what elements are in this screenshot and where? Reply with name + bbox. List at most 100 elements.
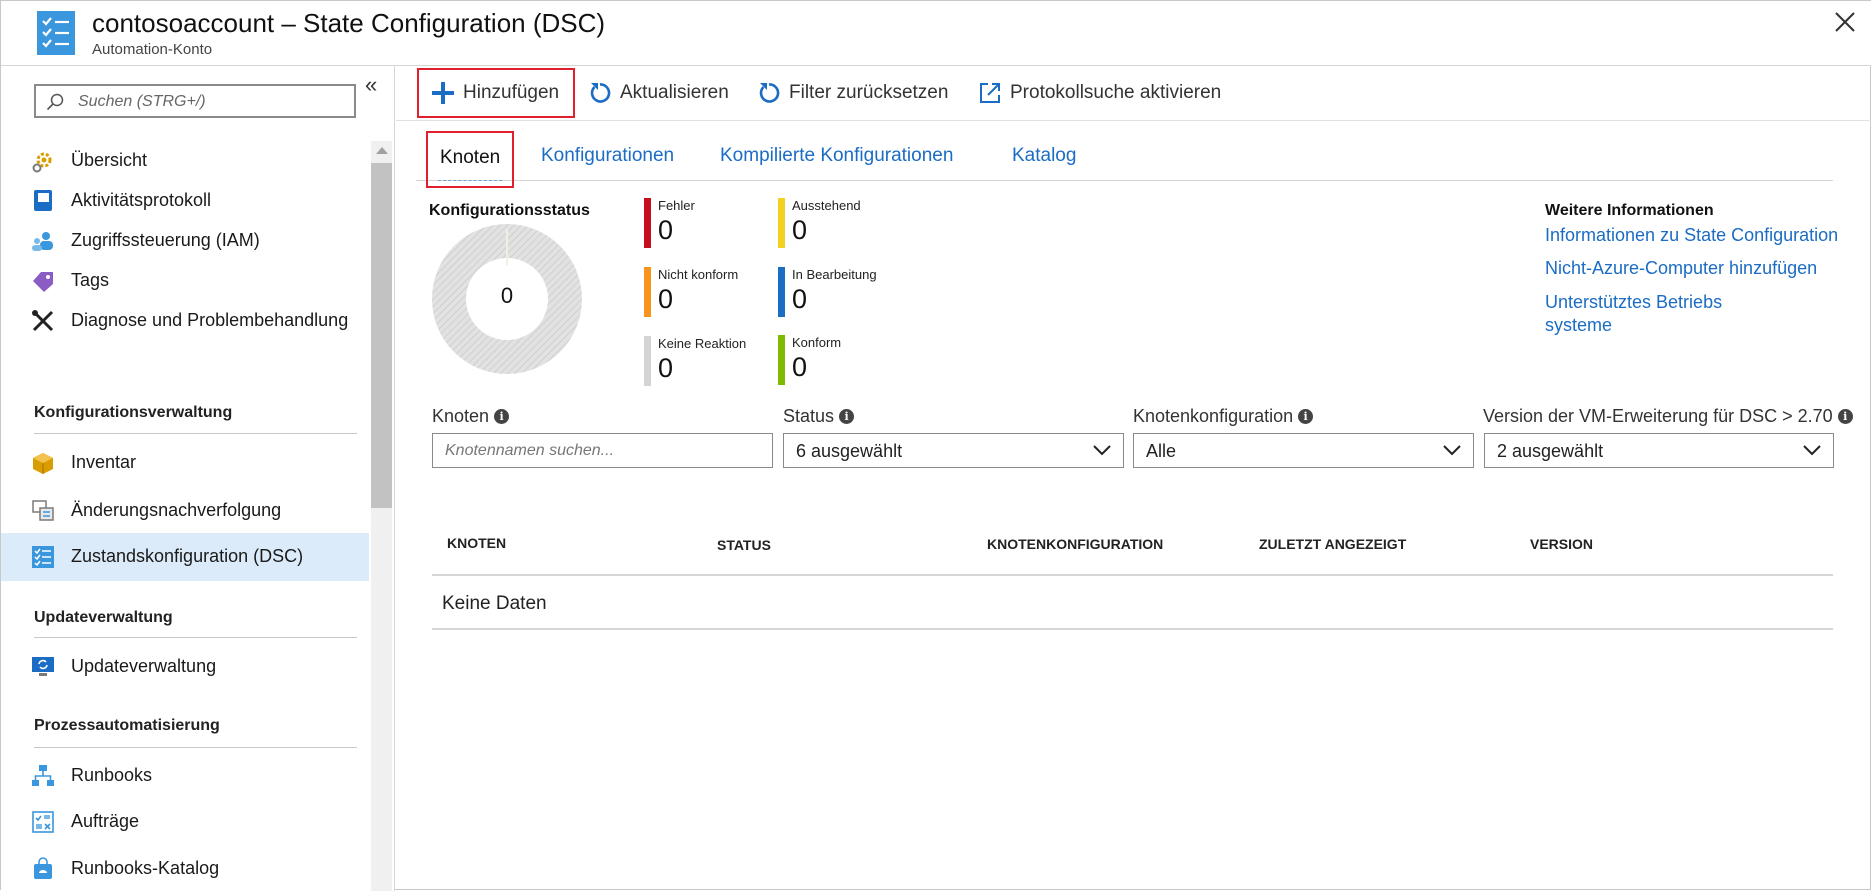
close-icon[interactable]	[1834, 11, 1856, 33]
sidebar-item-label: Diagnose und Problembehandlung	[71, 310, 349, 330]
dropdown-value: 6 ausgewählt	[796, 441, 903, 461]
jobs-icon	[32, 811, 54, 833]
tab-configurations[interactable]: Konfigurationen	[541, 128, 674, 180]
sidebar-item-runbooks[interactable]: Runbooks	[1, 752, 369, 800]
sidebar-item-state-configuration[interactable]: Zustandskonfiguration (DSC)	[1, 533, 369, 581]
sidebar-item-label: Runbooks-Katalog	[71, 858, 220, 878]
sidebar-item-label: Inventar	[71, 452, 137, 472]
filter-label-version: Version der VM-Erweiterung für DSC > 2.7…	[1483, 406, 1853, 427]
status-total-value: 0	[500, 283, 514, 308]
tab-nodes[interactable]: Knoten	[426, 131, 515, 188]
info-icon[interactable]: i	[494, 409, 510, 424]
section-divider	[34, 433, 357, 434]
filter-label-nodes: Knoten i	[432, 406, 510, 427]
sidebar-item-inventory[interactable]: Inventar	[1, 439, 369, 487]
checklist-icon	[32, 546, 54, 568]
sidebar-item-label: Runbooks	[71, 765, 153, 785]
legend-count: 0	[792, 352, 808, 382]
column-header-node-configuration[interactable]: KNOTENKONFIGURATION	[987, 536, 1163, 552]
users-icon	[32, 232, 53, 251]
scrollbar-thumb[interactable]	[371, 163, 392, 508]
filter-label-node-configuration: Knotenkonfiguration i	[1133, 406, 1314, 427]
sidebar-item-label: Übersicht	[71, 150, 148, 170]
link-state-configuration-info[interactable]: Informationen zu State Configuration	[1545, 223, 1838, 247]
tab-label: Knoten	[438, 147, 503, 181]
log-book-icon	[34, 190, 52, 211]
command-bar: Hinzufügen Aktualisieren Filter zurückse…	[396, 66, 1871, 121]
legend-color-bar	[644, 336, 651, 386]
legend-count: 0	[792, 215, 808, 245]
table-empty-row: Keine Daten	[432, 576, 1833, 630]
sidebar-scrollbar[interactable]	[371, 141, 392, 891]
window-frame: contosoaccount – State Configuration (DS…	[0, 0, 1871, 891]
hierarchy-icon	[32, 765, 54, 786]
column-header-status[interactable]: STATUS	[717, 537, 771, 553]
tab-compiled-configurations[interactable]: Kompilierte Konfigurationen	[720, 128, 953, 180]
sidebar-item-label: Aktivitätsprotokoll	[71, 190, 212, 210]
legend-label: Konform	[792, 335, 842, 350]
sidebar-search[interactable]	[34, 84, 356, 118]
wrench-icon	[32, 310, 54, 332]
sidebar-item-label: Änderungsnachverfolgung	[71, 500, 282, 520]
reset-filter-button-label: Filter zurücksetzen	[789, 82, 949, 103]
sidebar: « Übersicht Aktivitätsprotokoll	[1, 66, 395, 891]
sidebar-item-update-management[interactable]: Updateverwaltung	[1, 643, 369, 691]
node-configuration-dropdown[interactable]: Alle	[1133, 433, 1474, 468]
legend-label: Keine Reaktion	[658, 336, 747, 351]
add-button-label: Hinzufügen	[463, 82, 560, 103]
reset-filter-button[interactable]: Filter zurücksetzen	[757, 68, 948, 118]
add-button[interactable]: Hinzufügen	[417, 68, 575, 118]
legend-item: Ausstehend 0	[778, 198, 908, 250]
section-heading: Konfigurationsverwaltung	[34, 404, 233, 421]
column-header-version[interactable]: VERSION	[1530, 536, 1593, 552]
refresh-button[interactable]: Aktualisieren	[588, 68, 729, 118]
sidebar-item-change-tracking[interactable]: Änderungsnachverfolgung	[1, 487, 369, 535]
dropdown-value: Alle	[1146, 441, 1177, 461]
tab-gallery[interactable]: Katalog	[1012, 128, 1076, 180]
sidebar-item-diagnose[interactable]: Diagnose und Problembehandlung	[1, 297, 369, 345]
legend-count: 0	[658, 215, 674, 245]
checklist-icon	[37, 11, 75, 55]
legend-count: 0	[792, 284, 808, 314]
link-supported-os-cont[interactable]: systeme	[1545, 313, 1612, 337]
gallery-bag-icon	[34, 857, 52, 879]
page-subtitle: Automation-Konto	[92, 41, 213, 58]
collapse-sidebar-icon[interactable]: «	[365, 74, 377, 96]
legend-label: In Bearbeitung	[792, 267, 877, 282]
sidebar-search-input[interactable]	[78, 90, 348, 114]
info-icon[interactable]: i	[1298, 409, 1314, 424]
sidebar-item-label: Aufträge	[71, 811, 140, 831]
update-monitor-icon	[32, 657, 54, 676]
chevron-down-icon	[1093, 445, 1111, 456]
column-header-last-seen[interactable]: ZULETZT ANGEZEIGT	[1259, 536, 1406, 552]
legend-label: Ausstehend	[792, 198, 861, 213]
legend-item: Konform 0	[778, 335, 908, 387]
legend-color-bar	[778, 335, 785, 385]
legend-color-bar	[644, 198, 651, 248]
legend-count: 0	[658, 353, 674, 383]
filter-label-text: Knoten	[432, 406, 490, 426]
filter-label-text: Knotenkonfiguration	[1133, 406, 1294, 426]
log-search-button[interactable]: Protokollsuche aktivieren	[978, 68, 1221, 118]
node-search-field[interactable]	[432, 433, 773, 468]
sidebar-item-jobs[interactable]: Aufträge	[1, 798, 369, 846]
scroll-up-icon[interactable]	[376, 147, 388, 154]
link-add-non-azure-computer[interactable]: Nicht-Azure-Computer hinzufügen	[1545, 256, 1817, 280]
legend-color-bar	[778, 198, 785, 248]
node-search-input[interactable]	[445, 440, 755, 462]
legend-color-bar	[644, 267, 651, 317]
version-dropdown[interactable]: 2 ausgewählt	[1484, 433, 1834, 468]
column-header-nodes[interactable]: KNOTEN	[447, 535, 506, 551]
refresh-icon	[759, 83, 780, 103]
status-dropdown[interactable]: 6 ausgewählt	[783, 433, 1124, 468]
plus-icon	[432, 82, 454, 104]
info-icon[interactable]: i	[839, 409, 855, 424]
sidebar-item-runbooks-gallery[interactable]: Runbooks-Katalog	[1, 845, 369, 893]
box-icon	[33, 453, 53, 474]
dropdown-value: 2 ausgewählt	[1497, 441, 1604, 461]
filter-label-text: Status	[783, 406, 835, 426]
legend-label: Nicht konform	[658, 267, 739, 282]
search-icon	[46, 93, 64, 111]
link-supported-os[interactable]: Unterstütztes Betriebs	[1545, 290, 1722, 314]
info-icon[interactable]: i	[1837, 409, 1853, 424]
